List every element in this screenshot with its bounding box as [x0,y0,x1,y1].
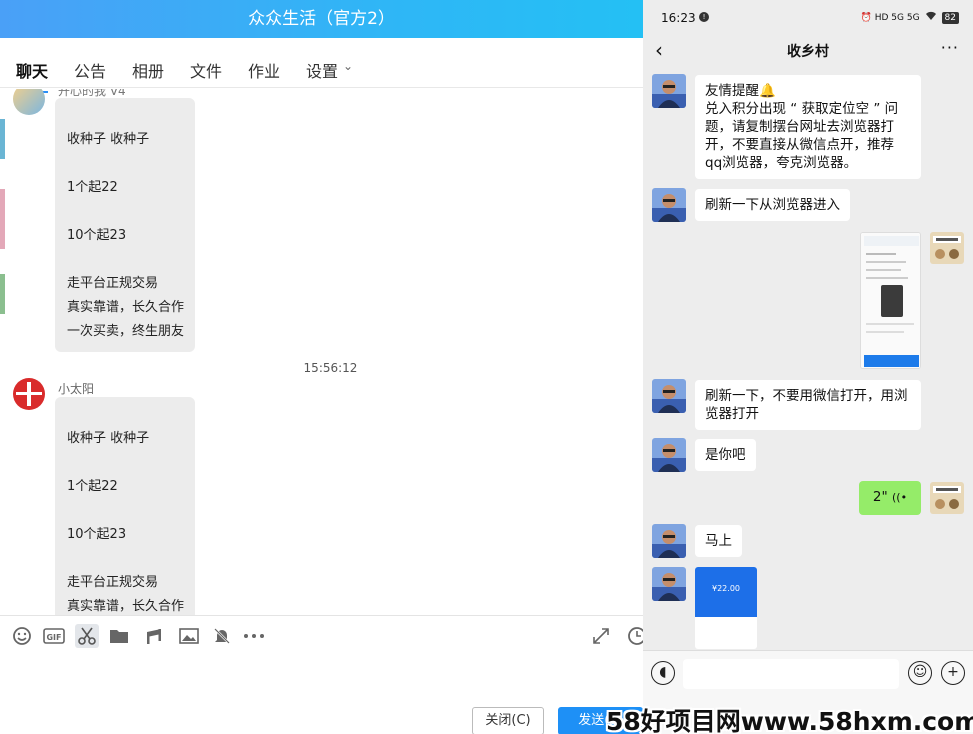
message-list[interactable]: 开心的我 V4 收种子 收种子 1个起22 10个起23 走平台正规交易 真实靠… [0,89,643,615]
avatar[interactable] [652,438,686,472]
message-bubble[interactable]: 收种子 收种子 1个起22 10个起23 走平台正规交易 真实靠谱，长久合作 [55,397,195,615]
qq-group-window: 众众生活（官方2） 聊天 公告 相册 文件 作业 设置 ⌄ 开心的我 V4 收种… [0,0,643,734]
folder-icon[interactable] [107,624,131,648]
message-line: 走平台正规交易 [67,276,159,291]
phone-wechat-screen: 16:23 ! ⏰ HD 5G 5G 82 ‹ 收乡村 ··· 友情提醒🔔 兑入… [643,0,973,734]
image-message[interactable]: ¥22.00 [695,567,757,649]
tab-album[interactable]: 相册 [132,58,164,82]
history-icon[interactable] [625,624,643,648]
chevron-down-icon[interactable]: ⌄ [343,59,353,73]
window-title: 众众生活（官方2） [0,0,643,38]
gif-icon[interactable]: GIF [42,624,66,648]
message-bubble[interactable]: 刷新一下从浏览器进入 [695,189,850,221]
avatar[interactable] [652,567,686,601]
screenshot-root: 众众生活（官方2） 聊天 公告 相册 文件 作业 设置 ⌄ 开心的我 V4 收种… [0,0,973,734]
chat-header: ‹ 收乡村 ··· [643,36,973,64]
message-line: 1个起22 [67,180,118,195]
message-bubble[interactable]: 友情提醒🔔 兑入积分出现 “ 获取定位空 ” 问题，请复制摆台网址去浏览器打开，… [695,75,921,179]
message-text: 刷新一下从浏览器进入 [705,197,840,213]
message-line: 走平台正规交易 [67,575,159,590]
image-message[interactable] [860,232,921,369]
tab-files[interactable]: 文件 [190,58,222,82]
message-line: 1个起22 [67,479,118,494]
svg-text:GIF: GIF [46,633,61,642]
status-bar: 16:23 ! ⏰ HD 5G 5G 82 [643,0,973,36]
more-icon[interactable] [242,624,266,648]
message-input[interactable] [0,656,643,734]
message-timestamp: 15:56:12 [303,361,358,375]
message-line: 10个起23 [67,527,127,542]
emoji-icon[interactable] [10,624,34,648]
avatar[interactable] [930,232,964,264]
avatar[interactable] [13,89,45,115]
notification-icon: ! [699,12,709,22]
message-bubble[interactable]: 马上 [695,525,742,557]
voice-duration: 2" [872,489,888,505]
tab-settings[interactable]: 设置 [306,58,338,82]
message-text: 刷新一下，不要用微信打开，用浏览器打开 [705,388,908,422]
chat-title: 收乡村 [787,44,829,60]
avatar[interactable] [930,482,964,514]
message-line: 收种子 收种子 [67,132,150,147]
tab-bar: 聊天 公告 相册 文件 作业 设置 ⌄ [0,38,643,93]
message-text: 是你吧 [705,447,746,463]
scissors-icon[interactable] [75,624,99,648]
message-text: 友情提醒🔔 兑入积分出现 “ 获取定位空 ” 问题，请复制摆台网址去浏览器打开，… [705,83,899,171]
music-icon[interactable] [142,624,166,648]
wifi-icon [925,11,937,24]
message-input[interactable] [683,659,899,689]
background-window-edge [0,189,5,249]
sender-name: 小太阳 [58,382,95,396]
voice-input-icon[interactable]: ◖ [651,661,675,685]
message-bubble[interactable]: 刷新一下，不要用微信打开，用浏览器打开 [695,380,921,430]
message-bubble[interactable]: 收种子 收种子 1个起22 10个起23 走平台正规交易 真实靠谱，长久合作 一… [55,98,195,352]
emoji-icon[interactable]: ☺ [908,661,932,685]
watermark-text: 58好项目网www.58hxm.com [606,707,973,734]
avatar[interactable] [652,524,686,558]
background-window-edge [0,119,5,159]
voice-wave-icon: ((• [892,491,908,504]
message-line: 真实靠谱，长久合作 [67,599,185,614]
close-button[interactable]: 关闭(C) [472,707,544,734]
more-icon[interactable]: ··· [941,38,959,57]
avatar[interactable] [652,188,686,222]
status-icon-text: ⏰ HD 5G 5G [860,12,920,23]
message-line: 一次买卖，终生朋友 [67,324,185,339]
background-window-edge [0,274,5,314]
avatar[interactable] [13,378,45,410]
message-line: 10个起23 [67,228,127,243]
tab-chat[interactable]: 聊天 [16,58,49,93]
message-text: 马上 [705,533,732,549]
message-line: 真实靠谱，长久合作 [67,300,185,315]
message-line: 收种子 收种子 [67,431,150,446]
message-bubble[interactable]: 是你吧 [695,439,756,471]
status-time: 16:23 [661,11,696,25]
voice-message[interactable]: 2" ((• [859,481,921,515]
mute-bell-icon[interactable] [210,624,234,648]
plus-icon[interactable]: + [941,661,965,685]
avatar[interactable] [652,74,686,108]
battery-level: 82 [941,11,959,24]
avatar[interactable] [652,379,686,413]
payment-amount: ¥22.00 [712,584,740,593]
tab-homework[interactable]: 作业 [248,58,280,82]
expand-icon[interactable] [589,624,613,648]
tab-announcement[interactable]: 公告 [74,58,106,82]
image-icon[interactable] [177,624,201,648]
status-icons: ⏰ HD 5G 5G 82 [861,11,959,24]
input-toolbar: GIF [0,615,643,655]
